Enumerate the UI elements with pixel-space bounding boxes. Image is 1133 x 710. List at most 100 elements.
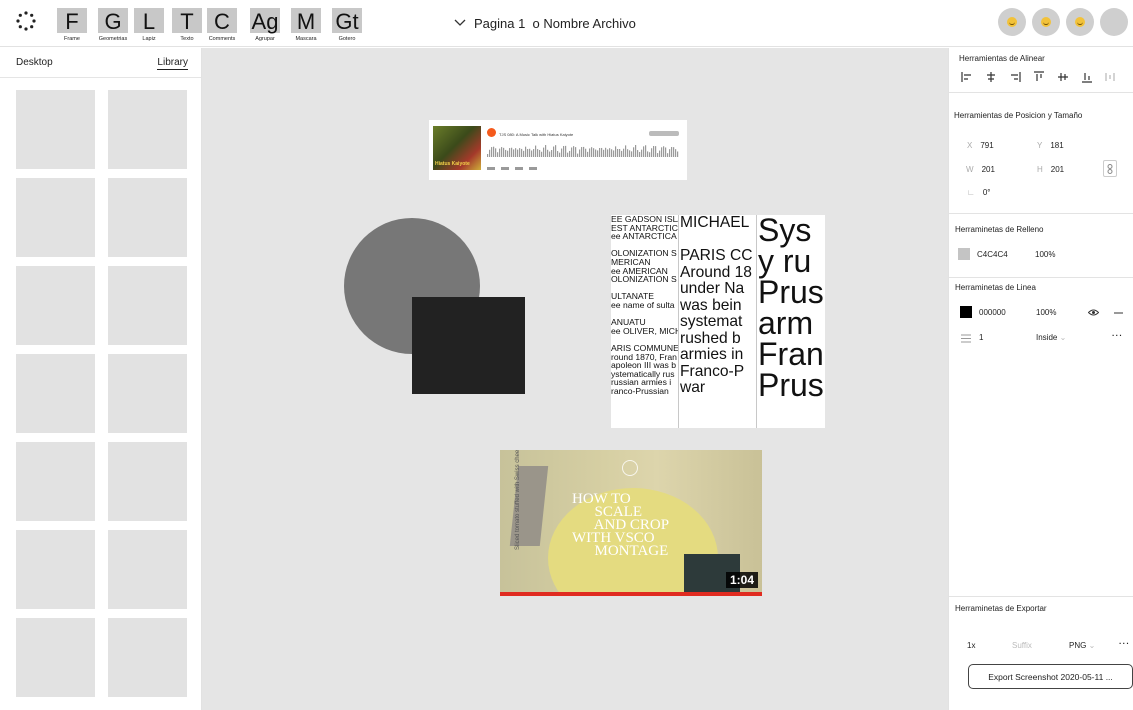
waveform-bar bbox=[509, 148, 511, 157]
assets-tabs: Desktop Library bbox=[0, 48, 201, 78]
fill-color-swatch[interactable] bbox=[958, 248, 970, 260]
specimen-line: ee OLIVER, MICH bbox=[611, 325, 678, 336]
height-field[interactable]: H 201 bbox=[1037, 165, 1064, 174]
more-options-icon[interactable]: ··· bbox=[1112, 331, 1123, 340]
like-icon[interactable] bbox=[487, 167, 495, 170]
waveform[interactable] bbox=[487, 145, 679, 157]
tab-library[interactable]: Library bbox=[157, 57, 188, 70]
stroke-color-value[interactable]: 000000 bbox=[979, 308, 1006, 317]
library-thumbnail[interactable] bbox=[108, 530, 187, 609]
type-specimen-image[interactable]: EE GADSON ISLANEST ANTARCTICee ANTARCTIC… bbox=[611, 215, 825, 428]
waveform-bar bbox=[525, 146, 527, 157]
specimen-line: Fran bbox=[758, 336, 824, 372]
waveform-bar bbox=[493, 146, 495, 157]
remove-stroke-icon[interactable] bbox=[1114, 312, 1123, 314]
rotation-field[interactable]: ∟ 0° bbox=[967, 188, 991, 197]
library-thumbnail[interactable] bbox=[108, 266, 187, 345]
section-divider bbox=[949, 596, 1133, 597]
library-thumbnail[interactable] bbox=[16, 178, 95, 257]
stroke-color-swatch[interactable] bbox=[960, 306, 972, 318]
more-icon[interactable] bbox=[529, 167, 537, 170]
waveform-bar bbox=[521, 148, 523, 157]
stroke-position-select[interactable]: Inside ⌄ bbox=[1036, 333, 1066, 342]
waveform-bar bbox=[647, 151, 649, 157]
square-shape[interactable] bbox=[412, 297, 525, 394]
fill-color-value[interactable]: C4C4C4 bbox=[977, 250, 1008, 259]
export-format-select[interactable]: PNG ⌄ bbox=[1069, 641, 1095, 650]
width-field[interactable]: W 201 bbox=[966, 165, 995, 174]
repost-icon[interactable] bbox=[501, 167, 509, 170]
tool-geometrias[interactable]: G Geometrias bbox=[98, 8, 128, 43]
export-more-icon[interactable]: ··· bbox=[1119, 639, 1130, 648]
distribute-icon[interactable] bbox=[1105, 71, 1117, 83]
align-bottom-icon[interactable] bbox=[1081, 71, 1093, 83]
page-selector[interactable]: Pagina 1 o Nombre Archivo bbox=[454, 14, 636, 32]
library-thumbnail[interactable] bbox=[108, 178, 187, 257]
waveform-bar bbox=[661, 147, 663, 157]
align-left-icon[interactable] bbox=[961, 71, 973, 83]
tool-comments[interactable]: C Comments bbox=[207, 8, 237, 43]
align-right-icon[interactable] bbox=[1009, 71, 1021, 83]
tool-texto[interactable]: T Texto bbox=[172, 8, 202, 43]
waveform-bar bbox=[639, 151, 641, 157]
avatar[interactable] bbox=[1100, 8, 1128, 36]
library-thumbnail[interactable] bbox=[16, 266, 95, 345]
share-icon[interactable] bbox=[515, 167, 523, 170]
tab-desktop[interactable]: Desktop bbox=[16, 57, 53, 68]
stroke-opacity-value[interactable]: 100% bbox=[1036, 308, 1056, 317]
stroke-width-value[interactable]: 1 bbox=[979, 333, 983, 342]
tool-lapiz[interactable]: L Lapiz bbox=[134, 8, 164, 43]
specimen-line: MICHAEL bbox=[680, 215, 750, 231]
eye-icon[interactable] bbox=[1088, 309, 1099, 316]
export-button[interactable]: Export Screenshot 2020-05-11 ... bbox=[968, 664, 1133, 689]
align-top-icon[interactable] bbox=[1033, 71, 1045, 83]
specimen-column-large: Sys y ru Prus arm Fran Prus bbox=[758, 215, 825, 428]
specimen-line: arm bbox=[758, 305, 814, 341]
tool-agrupar[interactable]: Ag Agrupar bbox=[250, 8, 280, 43]
library-thumbnail[interactable] bbox=[16, 530, 95, 609]
waveform-bar bbox=[585, 148, 587, 157]
avatar[interactable] bbox=[998, 8, 1026, 36]
waveform-bar bbox=[487, 154, 489, 157]
export-suffix-input[interactable]: Suffix bbox=[1012, 641, 1032, 650]
waveform-bar bbox=[617, 149, 619, 157]
tool-frame[interactable]: F Frame bbox=[57, 8, 87, 43]
library-thumbnail[interactable] bbox=[16, 618, 95, 697]
waveform-bar bbox=[491, 147, 493, 157]
play-icon[interactable] bbox=[487, 128, 496, 137]
library-thumbnail[interactable] bbox=[108, 354, 187, 433]
main-menu-icon[interactable] bbox=[16, 11, 36, 31]
waveform-bar bbox=[533, 149, 535, 157]
library-thumbnail[interactable] bbox=[108, 90, 187, 169]
library-thumbnail[interactable] bbox=[108, 618, 187, 697]
library-thumbnail[interactable] bbox=[108, 442, 187, 521]
tool-label: Texto bbox=[180, 36, 194, 42]
specimen-line: Franco-P bbox=[680, 362, 745, 380]
tool-gotero[interactable]: Gt Gotero bbox=[332, 8, 362, 43]
waveform-bar bbox=[565, 145, 567, 157]
video-progress-bar[interactable] bbox=[500, 592, 762, 596]
avatar[interactable] bbox=[1032, 8, 1060, 36]
align-center-vertical-icon[interactable] bbox=[1057, 71, 1069, 83]
x-field[interactable]: X 791 bbox=[967, 141, 994, 150]
properties-panel: Herramientas de Alinear Herramientas de … bbox=[948, 48, 1133, 710]
x-label: X bbox=[967, 141, 973, 150]
library-thumbnail[interactable] bbox=[16, 90, 95, 169]
tool-mascara[interactable]: M Mascara bbox=[291, 8, 321, 43]
align-center-horizontal-icon[interactable] bbox=[985, 71, 997, 83]
tool-label: Geometrias bbox=[98, 36, 128, 42]
h-value: 201 bbox=[1050, 165, 1065, 174]
video-embed[interactable]: Sliced tomato stuffed with Swiss cheese … bbox=[500, 450, 762, 596]
avatar[interactable] bbox=[1066, 8, 1094, 36]
library-thumbnail[interactable] bbox=[16, 354, 95, 433]
constrain-proportions-button[interactable] bbox=[1103, 160, 1117, 177]
y-field[interactable]: Y 181 bbox=[1037, 141, 1064, 150]
column-divider bbox=[756, 215, 757, 428]
audio-player-embed[interactable]: Hiatus Kaiyote TJS 080: A Music Talk wit… bbox=[429, 120, 687, 180]
design-canvas[interactable]: Hiatus Kaiyote TJS 080: A Music Talk wit… bbox=[202, 48, 948, 710]
fill-opacity-value[interactable]: 100% bbox=[1035, 250, 1055, 259]
library-thumbnail[interactable] bbox=[16, 442, 95, 521]
waveform-bar bbox=[637, 150, 639, 157]
waveform-bar bbox=[507, 150, 509, 157]
export-scale-value[interactable]: 1x bbox=[967, 641, 975, 650]
